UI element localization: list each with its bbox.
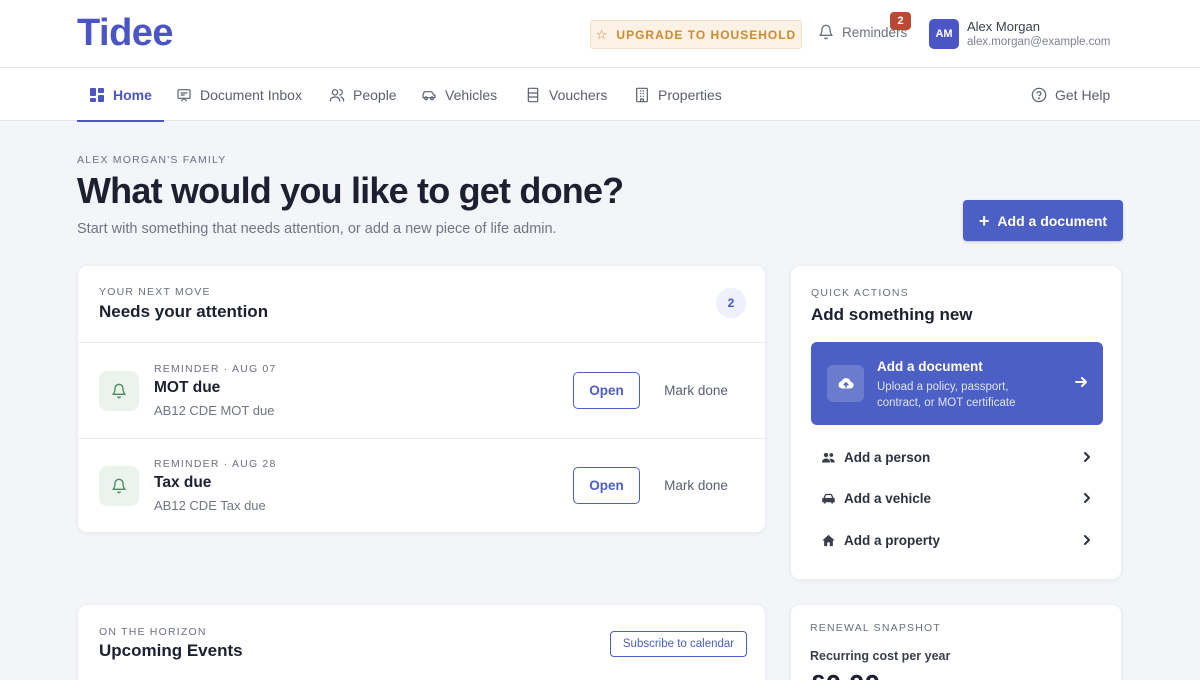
nav-item-document-inbox[interactable]: Document Inbox — [176, 68, 302, 121]
reminder-title: Tax due — [154, 474, 212, 491]
nav-label: People — [353, 86, 397, 103]
avatar[interactable]: AM — [929, 19, 959, 49]
top-header: Tidee ☆ UPGRADE TO HOUSEHOLD Reminders 2… — [0, 0, 1200, 68]
recurring-cost-value: £0.00 — [810, 669, 880, 680]
app-logo[interactable]: Tidee — [77, 12, 174, 55]
page-subtitle: Start with something that needs attentio… — [77, 221, 557, 237]
car-icon — [822, 493, 835, 503]
building-icon — [636, 87, 648, 102]
nav-item-people[interactable]: People — [329, 68, 397, 121]
divider — [78, 342, 767, 343]
reminder-description: AB12 CDE Tax due — [154, 498, 266, 513]
card-title: Needs your attention — [99, 302, 269, 321]
arrow-right-icon — [1075, 377, 1087, 387]
nav-item-properties[interactable]: Properties — [634, 68, 722, 121]
upgrade-label: UPGRADE TO HOUSEHOLD — [616, 27, 797, 42]
plus-icon: + — [978, 210, 990, 231]
bell-icon — [112, 383, 126, 399]
card-eyebrow: YOUR NEXT MOVE — [99, 286, 211, 298]
reminder-meta: REMINDER · AUG 07 — [154, 363, 277, 375]
cloud-upload-icon — [838, 377, 854, 389]
reminder-title: MOT due — [154, 379, 221, 396]
open-reminder-button[interactable]: Open — [573, 467, 640, 504]
family-eyebrow: ALEX MORGAN'S FAMILY — [77, 154, 227, 166]
add-property-row[interactable]: Add a property — [821, 525, 1093, 555]
quick-add-document-description: Upload a policy, passport, contract, or … — [877, 381, 1016, 409]
page-title: What would you like to get done? — [77, 170, 624, 211]
nav-label: Document Inbox — [200, 86, 302, 103]
divider — [78, 438, 767, 439]
home-grid-icon — [90, 87, 104, 102]
add-document-label: Add a document — [997, 212, 1108, 229]
user-email: alex.morgan@example.com — [967, 36, 1111, 48]
attention-count-badge: 2 — [716, 288, 746, 318]
quick-add-document-title: Add a document — [877, 359, 983, 374]
add-document-button[interactable]: + Add a document — [963, 200, 1123, 241]
bell-icon — [819, 24, 833, 40]
reminder-bell-tile — [99, 466, 139, 506]
chevron-right-icon — [1084, 493, 1090, 503]
nav-label: Vehicles — [445, 86, 498, 103]
chevron-right-icon — [1084, 535, 1090, 545]
add-person-row[interactable]: Add a person — [821, 442, 1093, 472]
nav-item-vouchers[interactable]: Vouchers — [525, 68, 607, 121]
home-icon — [822, 534, 835, 546]
add-vehicle-row[interactable]: Add a vehicle — [821, 483, 1093, 513]
renewal-snapshot-card: RENEWAL SNAPSHOT Recurring cost per year… — [790, 604, 1122, 680]
voucher-icon — [527, 87, 539, 102]
add-property-label: Add a property — [844, 532, 941, 548]
reminder-bell-tile — [99, 371, 139, 411]
reminder-description: AB12 CDE MOT due — [154, 403, 275, 418]
card-eyebrow: QUICK ACTIONS — [811, 287, 909, 299]
nav-label: Properties — [658, 86, 722, 103]
help-circle-icon — [1031, 87, 1047, 102]
chevron-right-icon — [1084, 452, 1090, 462]
quick-actions-card: QUICK ACTIONS Add something new Add a do… — [790, 265, 1122, 580]
star-icon: ☆ — [595, 27, 609, 42]
upgrade-button[interactable]: ☆ UPGRADE TO HOUSEHOLD — [590, 20, 802, 49]
people-icon — [821, 452, 835, 462]
car-icon — [422, 90, 436, 100]
subscribe-calendar-button[interactable]: Subscribe to calendar — [610, 631, 747, 657]
nav-item-vehicles[interactable]: Vehicles — [421, 68, 497, 121]
needs-attention-card: YOUR NEXT MOVE Needs your attention 2 RE… — [77, 265, 767, 533]
card-eyebrow: ON THE HORIZON — [99, 626, 207, 638]
bell-icon — [112, 478, 126, 494]
add-person-label: Add a person — [844, 449, 931, 465]
user-name[interactable]: Alex Morgan — [967, 19, 1040, 34]
card-eyebrow: RENEWAL SNAPSHOT — [810, 622, 942, 634]
quick-add-document-button[interactable]: Add a document Upload a policy, passport… — [811, 342, 1103, 425]
add-vehicle-label: Add a vehicle — [844, 490, 932, 506]
recurring-cost-label: Recurring cost per year — [810, 649, 951, 663]
get-help-label: Get Help — [1055, 86, 1111, 103]
mark-done-button[interactable]: Mark done — [656, 467, 736, 504]
get-help-link[interactable]: Get Help — [1031, 68, 1110, 121]
reminders-count-badge: 2 — [890, 12, 911, 30]
upcoming-events-card: ON THE HORIZON Upcoming Events Subscribe… — [77, 604, 766, 680]
reminder-meta: REMINDER · AUG 28 — [154, 458, 277, 470]
nav-item-home[interactable]: Home — [77, 68, 164, 122]
nav-label: Home — [113, 86, 152, 103]
open-reminder-button[interactable]: Open — [573, 372, 640, 409]
upload-cloud-tile — [827, 365, 864, 402]
nav-label: Vouchers — [549, 86, 608, 103]
people-icon — [329, 88, 345, 102]
main-nav: Home Document Inbox People Vehicles Vouc… — [0, 68, 1200, 122]
card-title: Add something new — [811, 305, 973, 324]
mark-done-button[interactable]: Mark done — [656, 372, 736, 409]
inbox-icon — [177, 88, 191, 101]
card-title: Upcoming Events — [99, 641, 243, 660]
